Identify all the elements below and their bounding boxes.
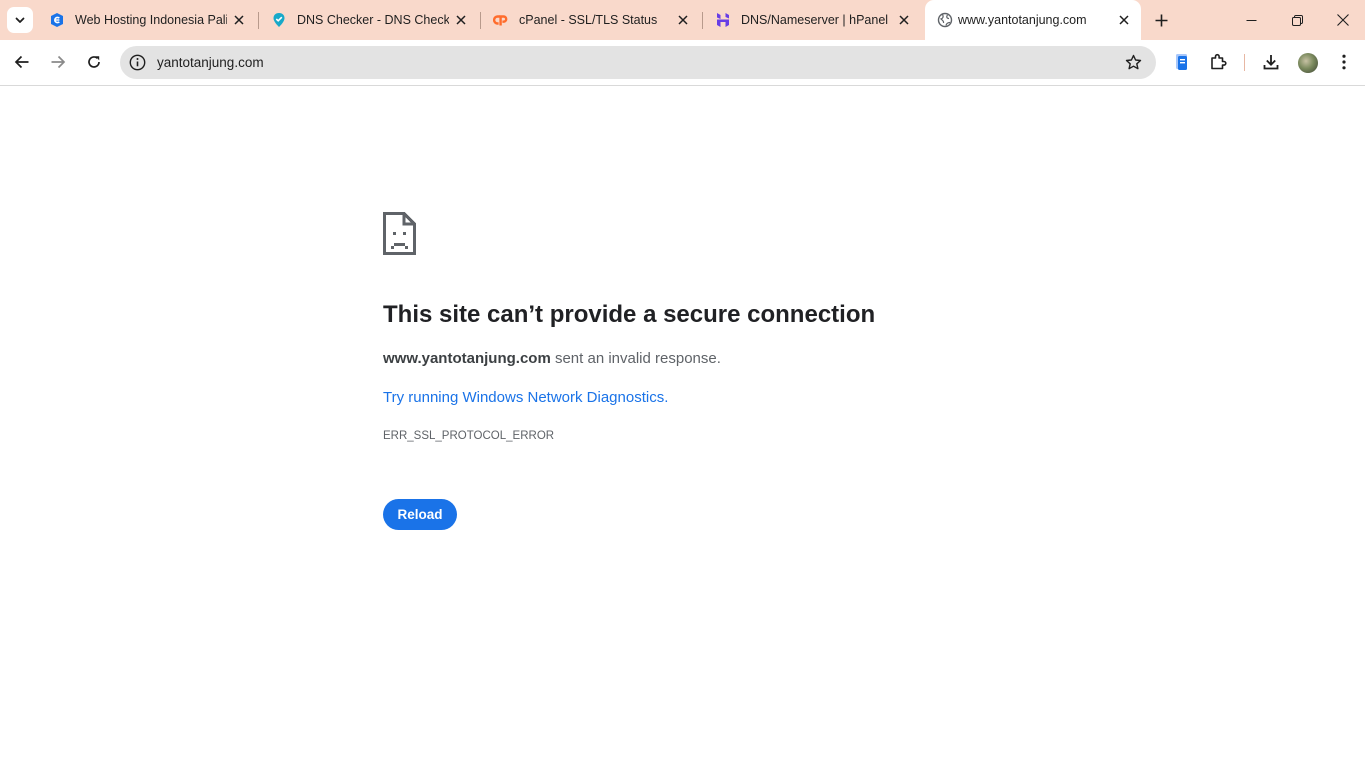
document-extension-icon — [1176, 54, 1187, 70]
tab-search-button[interactable] — [7, 7, 33, 33]
tab-web-hosting[interactable]: Web Hosting Indonesia Palin — [37, 0, 258, 40]
error-host: www.yantotanjung.com — [383, 350, 551, 367]
tab-title: DNS Checker - DNS Check P — [297, 13, 449, 27]
address-bar[interactable]: yantotanjung.com — [120, 46, 1156, 79]
close-icon — [1337, 14, 1349, 26]
error-code: ERR_SSL_PROTOCOL_ERROR — [383, 430, 555, 442]
restore-button[interactable] — [1274, 0, 1320, 40]
new-tab-button[interactable] — [1149, 8, 1173, 32]
refresh-icon — [88, 56, 100, 68]
error-title: This site can’t provide a secure connect… — [383, 301, 876, 328]
link-suffix: . — [664, 389, 669, 406]
close-icon — [456, 15, 466, 25]
reload-page-button[interactable] — [82, 50, 106, 74]
browser-menu-button[interactable] — [1333, 51, 1355, 73]
globe-icon — [937, 12, 953, 28]
arrow-right-icon — [51, 55, 66, 69]
close-icon — [1119, 15, 1129, 25]
plus-icon — [1155, 14, 1167, 26]
diagnostics-suggestion: Try running Windows Network Diagnostics. — [383, 389, 668, 406]
downloads-button[interactable] — [1260, 51, 1282, 73]
tab-hpanel[interactable]: DNS/Nameserver | hPanel — [703, 0, 924, 40]
arrow-left-icon — [14, 55, 29, 69]
tab-dns-checker[interactable]: DNS Checker - DNS Check P — [259, 0, 480, 40]
translate-extension-button[interactable] — [1171, 51, 1193, 73]
dns-checker-icon — [273, 13, 285, 27]
profile-avatar[interactable] — [1298, 53, 1318, 73]
download-icon — [1263, 55, 1279, 70]
tab-yantotanjung[interactable]: www.yantotanjung.com — [925, 0, 1141, 41]
tab-title: www.yantotanjung.com — [958, 13, 1087, 27]
restore-icon — [1291, 14, 1303, 26]
sad-document-icon — [383, 212, 416, 255]
close-icon — [678, 15, 688, 25]
browser-toolbar: yantotanjung.com — [0, 40, 1365, 86]
shield-e-icon — [51, 13, 63, 27]
minimize-icon — [1246, 19, 1256, 21]
hostinger-icon — [717, 13, 729, 27]
tab-strip: Web Hosting Indonesia Palin DNS Checker … — [0, 0, 1365, 41]
bookmark-star-icon[interactable] — [1124, 53, 1143, 72]
minimize-button[interactable] — [1228, 0, 1274, 40]
back-button[interactable] — [10, 50, 34, 74]
forward-button[interactable] — [46, 50, 70, 74]
error-page: This site can’t provide a secure connect… — [0, 87, 1365, 763]
tab-close-button[interactable] — [674, 11, 692, 29]
tab-title: DNS/Nameserver | hPanel — [741, 13, 889, 27]
toolbar-divider — [1244, 54, 1245, 71]
cpanel-icon — [493, 15, 508, 26]
close-window-button[interactable] — [1320, 0, 1365, 40]
tab-close-button[interactable] — [230, 11, 248, 29]
more-vertical-icon — [1342, 54, 1346, 70]
tab-close-button[interactable] — [1115, 11, 1133, 29]
tab-title: Web Hosting Indonesia Palin — [75, 13, 227, 27]
error-message: sent an invalid response. — [550, 350, 721, 367]
tab-cpanel[interactable]: cPanel - SSL/TLS Status — [481, 0, 702, 40]
close-icon — [899, 15, 909, 25]
site-info-icon[interactable] — [128, 53, 147, 72]
tab-close-button[interactable] — [895, 11, 913, 29]
tab-close-button[interactable] — [452, 11, 470, 29]
tab-title: cPanel - SSL/TLS Status — [519, 13, 658, 27]
close-icon — [234, 15, 244, 25]
chevron-down-icon — [15, 17, 25, 23]
network-diagnostics-link[interactable]: Try running Windows Network Diagnostics — [383, 389, 664, 406]
error-description: www.yantotanjung.com sent an invalid res… — [383, 350, 721, 367]
reload-button[interactable]: Reload — [383, 499, 457, 530]
address-bar-url[interactable]: yantotanjung.com — [157, 55, 264, 70]
extensions-button[interactable] — [1207, 51, 1229, 73]
puzzle-icon — [1211, 53, 1227, 70]
